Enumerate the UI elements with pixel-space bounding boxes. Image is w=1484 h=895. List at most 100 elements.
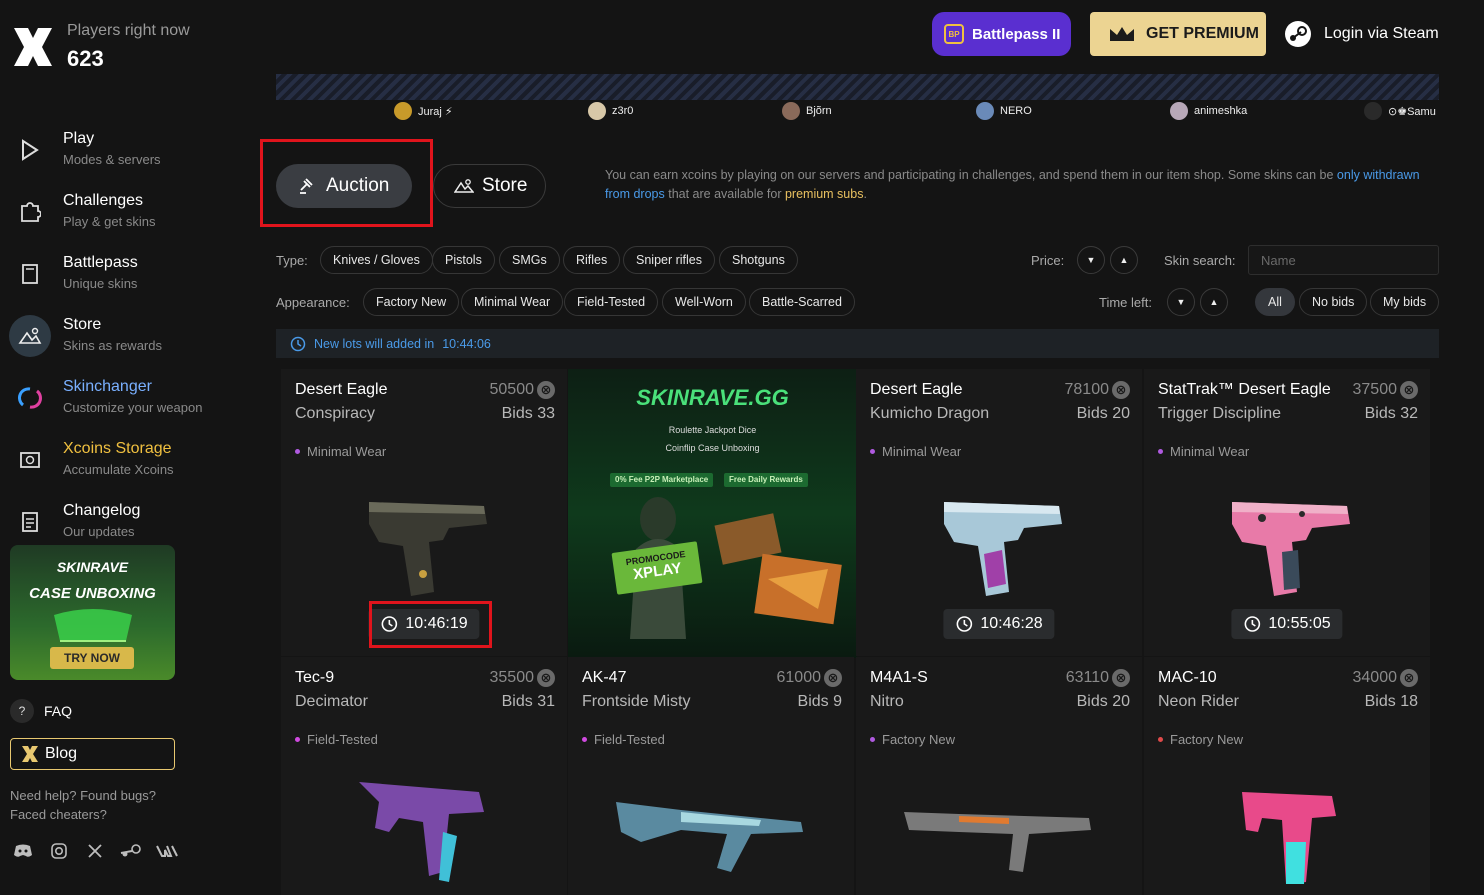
appearance-filter-well-worn[interactable]: Well-Worn <box>662 288 746 316</box>
drop-user-name: NERO <box>1000 105 1032 117</box>
drop-user[interactable]: animeshka <box>1170 102 1247 120</box>
sidebar-item-skinchanger[interactable]: Skinchanger Customize your weapon <box>0 370 240 426</box>
type-filter-rifles[interactable]: Rifles <box>563 246 621 274</box>
x-twitter-icon[interactable] <box>84 842 106 860</box>
tab-store[interactable]: Store <box>433 164 546 208</box>
type-filter-pistols[interactable]: Pistols <box>432 246 495 274</box>
type-filter-knives-gloves[interactable]: Knives / Gloves <box>320 246 433 274</box>
type-filter-sniper-rifles[interactable]: Sniper rifles <box>623 246 715 274</box>
try-now-button[interactable]: TRY NOW <box>50 647 134 669</box>
appearance-filter-field-tested[interactable]: Field-Tested <box>564 288 659 316</box>
item-skin: Nitro <box>870 693 904 710</box>
players-label: Players right now <box>67 22 190 39</box>
social-links <box>12 842 178 860</box>
item-skin: Trigger Discipline <box>1158 405 1281 422</box>
wear-label: Field-Tested <box>307 732 378 747</box>
sidebar-item-xcoins-storage[interactable]: Xcoins Storage Accumulate Xcoins <box>0 432 240 488</box>
vk-icon[interactable] <box>156 842 178 860</box>
price-sort-up-button[interactable]: ▲ <box>1110 246 1138 274</box>
bid-filter-my-bids[interactable]: My bids <box>1370 288 1440 316</box>
premium-subs-link[interactable]: premium subs <box>785 187 864 201</box>
sidebar-item-sub: Our updates <box>63 524 135 539</box>
help-text[interactable]: Need help? Found bugs? Faced cheaters? <box>10 786 180 824</box>
appearance-filter-label: Appearance: <box>276 295 350 310</box>
sidebar-item-store[interactable]: Store Skins as rewards <box>0 308 240 364</box>
logo-icon[interactable] <box>12 26 54 68</box>
sidebar-item-challenges[interactable]: Challenges Play & get skins <box>0 184 240 240</box>
item-skin: Neon Rider <box>1158 693 1239 710</box>
skin-search-label: Skin search: <box>1164 253 1236 268</box>
bid-filter-all[interactable]: All <box>1255 288 1295 316</box>
drop-user[interactable]: ⊙♚Samu <box>1364 102 1436 120</box>
drop-user[interactable]: NERO <box>976 102 1032 120</box>
price-sort-down-button[interactable]: ▼ <box>1077 246 1105 274</box>
ak47-image <box>616 802 803 872</box>
sidebar-item-sub: Customize your weapon <box>63 400 203 415</box>
login-steam-button[interactable]: Login via Steam <box>1284 18 1439 50</box>
drop-user[interactable]: Bjõrn <box>782 102 832 120</box>
auction-item-card[interactable]: AK-47 Frontside Misty 61000 ⊗ Bids 9 Fiel… <box>568 657 854 895</box>
sidebar-item-sub: Unique skins <box>63 276 138 291</box>
discord-icon[interactable] <box>12 842 34 860</box>
drop-user-name: ⊙♚Samu <box>1388 105 1436 118</box>
type-filter-smgs[interactable]: SMGs <box>499 246 560 274</box>
item-name: M4A1-S <box>870 669 928 686</box>
type-filter-shotguns[interactable]: Shotguns <box>719 246 798 274</box>
price-value: 37500 <box>1352 381 1398 398</box>
battlepass-badge-icon: BP <box>944 24 964 44</box>
faq-link[interactable]: ? FAQ <box>10 699 72 723</box>
item-bids: Bids 33 <box>501 405 555 422</box>
battlepass-icon <box>14 258 46 290</box>
wear-dot <box>295 449 300 454</box>
item-name: Desert Eagle <box>870 381 963 398</box>
time-sort-up-button[interactable]: ▲ <box>1200 288 1228 316</box>
auction-item-card[interactable]: MAC-10 Neon Rider 34000 ⊗ Bids 18 Factory… <box>1144 657 1430 895</box>
auction-item-card[interactable]: Desert Eagle Kumicho Dragon 78100 ⊗ Bids … <box>856 369 1142 656</box>
instagram-icon[interactable] <box>48 842 70 860</box>
players-count: 623 <box>67 46 104 71</box>
promo-brand: SKINRAVE <box>56 559 129 575</box>
item-price: 78100 ⊗ <box>1065 381 1130 399</box>
sidebar-item-sub: Modes & servers <box>63 152 161 167</box>
bid-filter-no-bids[interactable]: No bids <box>1299 288 1368 316</box>
auction-item-card[interactable]: Tec-9 Decimator 35500 ⊗ Bids 31 Field-Tes… <box>281 657 567 895</box>
auction-item-card[interactable]: StatTrak™ Desert Eagle Trigger Disciplin… <box>1144 369 1430 656</box>
sidebar-item-battlepass[interactable]: Battlepass Unique skins <box>0 246 240 302</box>
case-unboxing-banner[interactable]: SKINRAVE CASE UNBOXING TRY NOW <box>10 545 175 680</box>
wear-dot <box>870 449 875 454</box>
item-wear: Minimal Wear <box>295 444 386 459</box>
blog-button[interactable]: Blog <box>10 738 175 770</box>
info-text-part: that are available for <box>664 187 785 201</box>
wear-dot <box>870 737 875 742</box>
skinchanger-icon <box>14 382 46 414</box>
sidebar-item-play[interactable]: Play Modes & servers <box>0 122 240 178</box>
ad-brand: SKINRAVE.GG <box>636 385 789 410</box>
drop-user-name: Juraj ⚡ <box>418 105 453 118</box>
changelog-icon <box>14 506 46 538</box>
avatar <box>588 102 606 120</box>
item-bids: Bids 31 <box>501 693 555 710</box>
skin-search-input[interactable] <box>1248 245 1439 275</box>
item-name: Tec-9 <box>295 669 335 686</box>
appearance-filter-minimal-wear[interactable]: Minimal Wear <box>461 288 564 316</box>
sidebar-item-sub: Accumulate Xcoins <box>63 462 174 477</box>
appearance-filter-battle-scarred[interactable]: Battle-Scarred <box>749 288 855 316</box>
sidebar-item-label: Battlepass <box>63 254 138 271</box>
case-icon <box>54 609 132 642</box>
price-filter-label: Price: <box>1031 253 1065 268</box>
sidebar-item-label: Play <box>63 130 95 147</box>
appearance-filter-factory-new[interactable]: Factory New <box>363 288 460 316</box>
steam-icon[interactable] <box>120 842 142 860</box>
get-premium-button[interactable]: GET PREMIUM <box>1090 12 1266 56</box>
highlight-box <box>369 601 492 648</box>
price-value: 50500 <box>489 381 535 398</box>
auction-item-card[interactable]: M4A1-S Nitro 63110 ⊗ Bids 20 Factory New <box>856 657 1142 895</box>
drops-strip-background <box>276 74 1439 100</box>
sidebar-item-changelog[interactable]: Changelog Our updates <box>0 494 240 550</box>
drop-user[interactable]: z3r0 <box>588 102 633 120</box>
skinrave-ad-banner[interactable]: SKINRAVE.GG Roulette Jackpot Dice Coinfl… <box>568 369 857 658</box>
battlepass-button[interactable]: BP Battlepass II <box>932 12 1071 56</box>
drop-user[interactable]: Juraj ⚡ <box>394 102 453 120</box>
time-sort-down-button[interactable]: ▼ <box>1167 288 1195 316</box>
price-value: 35500 <box>489 669 535 686</box>
